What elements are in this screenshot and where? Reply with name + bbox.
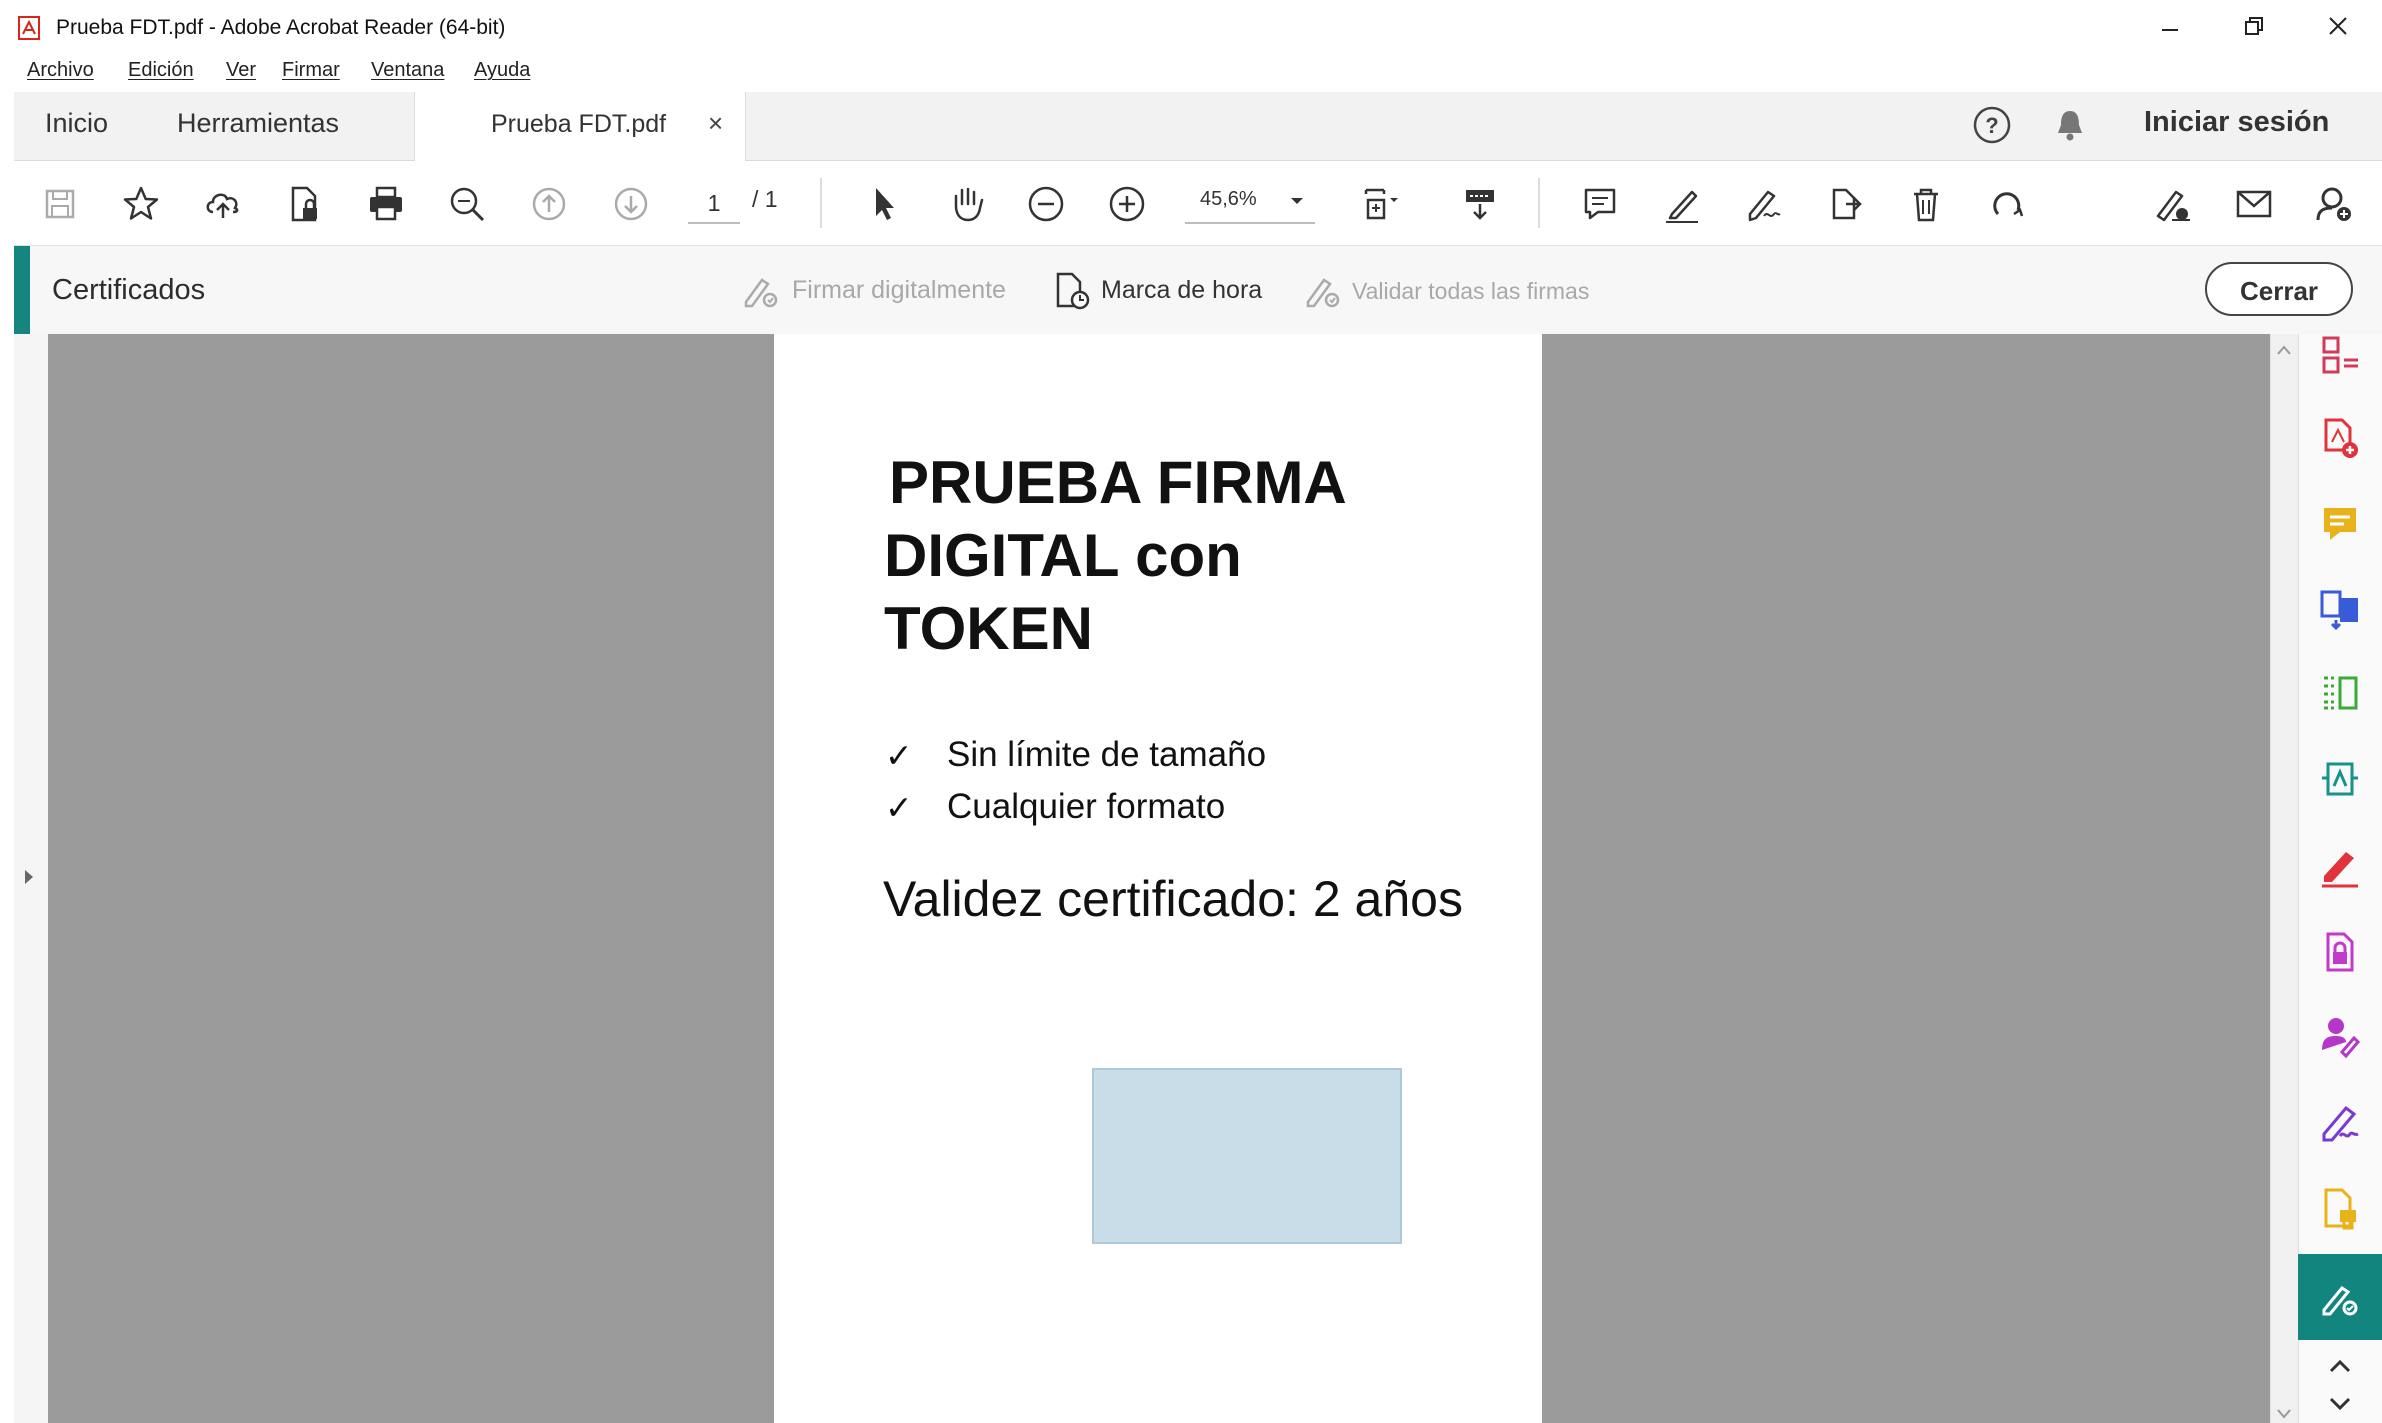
zoom-value: 45,6% [1200,188,1257,210]
tab-tools[interactable]: Herramientas [177,108,339,139]
delete-icon[interactable] [1902,180,1950,228]
menu-ayuda[interactable]: Ayuda [474,59,530,82]
fill-sign-tool-icon[interactable] [2318,844,2362,888]
account-icon[interactable] [2310,180,2358,228]
scroll-down-icon[interactable] [2326,1394,2354,1414]
create-pdf-icon[interactable] [2318,416,2362,460]
scroll-up-icon[interactable] [2326,1356,2354,1376]
bullet-text: Cualquier formato [947,787,1226,826]
bookmark-star-icon[interactable] [117,180,165,228]
next-page-icon[interactable] [607,180,655,228]
menu-bar [0,56,2382,92]
file-lock-icon[interactable] [281,180,329,228]
comment-icon[interactable] [1576,180,1624,228]
print-icon[interactable] [362,180,410,228]
close-icon[interactable] [2308,8,2368,48]
menu-firmar[interactable]: Firmar [282,59,340,82]
menu-ventana[interactable]: Ventana [371,59,444,82]
validate-all-button[interactable]: Validar todas las firmas [1352,278,1589,305]
sign-in-button[interactable]: Iniciar sesión [2144,106,2329,139]
pdf-title-line-1: PRUEBA FIRMA [889,449,1347,516]
compare-files-icon[interactable] [2318,672,2362,716]
scroll-mode-icon[interactable] [1456,180,1504,228]
menu-edicion[interactable]: Edición [128,59,194,82]
scroll-down-arrow-icon[interactable] [2276,1408,2292,1420]
protect-icon[interactable] [2318,930,2362,974]
page-total: / 1 [752,186,778,212]
validate-all-icon[interactable] [1300,268,1344,312]
window-title: Prueba FDT.pdf - Adobe Acrobat Reader (6… [56,16,506,39]
sign-digitally-icon[interactable] [738,268,782,312]
rotate-icon[interactable] [1984,180,2032,228]
pdf-title-line-3: TOKEN [884,595,1093,662]
tab-home[interactable]: Inicio [45,108,108,139]
request-signature-icon[interactable] [2318,1014,2362,1058]
check-icon: ✓ [885,737,913,774]
pdf-title-line-2: DIGITAL con [884,522,1242,589]
vertical-scrollbar[interactable] [2270,334,2299,1423]
fit-page-icon[interactable] [1356,180,1404,228]
stamp-tool-icon[interactable] [2318,1186,2362,1230]
help-icon[interactable]: ? [1972,105,2012,145]
page-number-input[interactable]: 1 [688,184,740,224]
prev-page-icon[interactable] [525,180,573,228]
minimize-icon[interactable] [2140,8,2200,48]
chevron-down-icon[interactable] [1290,196,1304,206]
edit-pdf-icon[interactable] [2318,758,2362,802]
toolbar-separator [820,178,822,228]
hand-tool-icon[interactable] [942,180,990,228]
expand-left-icon[interactable] [22,868,36,886]
upload-cloud-icon[interactable] [199,180,247,228]
menu-archivo[interactable]: Archivo [27,59,94,82]
email-icon[interactable] [2230,180,2278,228]
tab-bar [14,92,2382,161]
bullet-text: Sin límite de tamaño [947,735,1267,774]
svg-text:?: ? [1985,113,1998,138]
select-cursor-icon[interactable] [860,180,908,228]
save-icon[interactable] [36,180,84,228]
comment-tool-icon[interactable] [2318,502,2362,546]
acrobat-icon [18,16,40,40]
restore-icon[interactable] [2224,8,2284,48]
menu-ver[interactable]: Ver [226,59,256,82]
sign-digitally-button[interactable]: Firmar digitalmente [792,276,1006,305]
timestamp-button[interactable]: Marca de hora [1101,276,1262,305]
close-certificates-button[interactable]: Cerrar [2205,262,2353,316]
organize-pages-icon[interactable] [2318,334,2362,374]
check-icon: ✓ [885,789,913,826]
zoom-in-icon[interactable] [1103,180,1151,228]
certificates-accent [14,246,30,334]
zoom-find-icon[interactable] [443,180,491,228]
highlight-icon[interactable] [1658,180,1706,228]
certificates-title: Certificados [52,274,206,306]
tab-document-label: Prueba FDT.pdf [491,110,667,138]
pdf-title: PRUEBA FIRMA DIGITAL con TOKEN [884,446,1444,665]
signature-field[interactable] [1092,1068,1402,1244]
certificates-tool-icon[interactable] [2318,1276,2362,1320]
sign-request-icon[interactable] [2148,180,2196,228]
scroll-up-arrow-icon[interactable] [2276,344,2292,356]
tab-close-icon[interactable]: × [708,108,723,139]
fill-sign-icon[interactable] [1740,180,1788,228]
zoom-out-icon[interactable] [1022,180,1070,228]
timestamp-icon[interactable] [1050,268,1094,312]
validity-text: Validez certificado: 2 años [883,871,1463,927]
share-icon[interactable] [1820,180,1868,228]
toolbar-separator [1538,178,1540,228]
export-pdf-icon[interactable] [2318,586,2362,630]
bell-icon[interactable] [2050,105,2090,145]
signature-tool-icon[interactable] [2318,1100,2362,1144]
